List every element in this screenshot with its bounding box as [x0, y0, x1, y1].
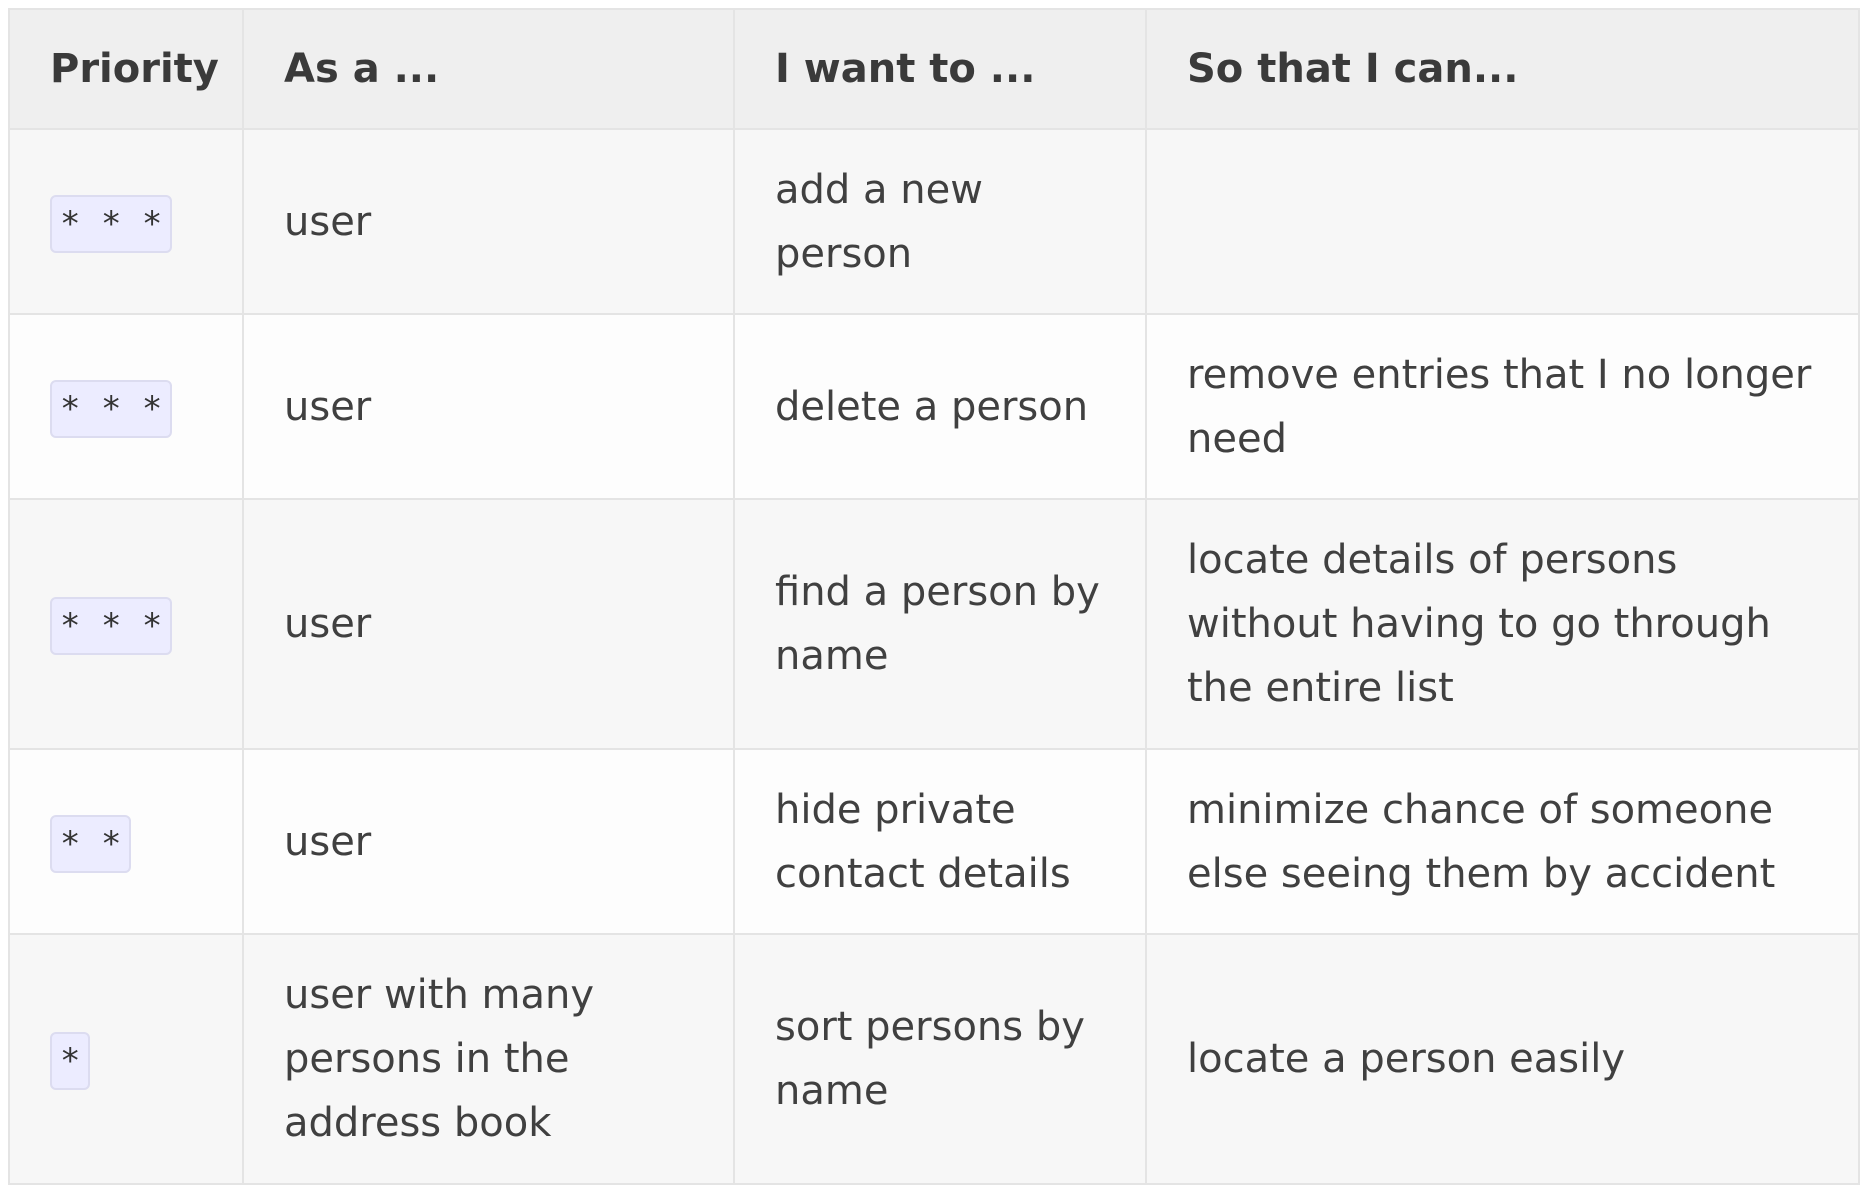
- want-cell: hide private contact details: [733, 748, 1147, 935]
- so-that-cell: minimize chance of someone else seeing t…: [1145, 748, 1860, 935]
- header-i-want-to: I want to ...: [733, 8, 1147, 130]
- user-stories-table: Priority As a ... I want to ... So that …: [8, 8, 1860, 1185]
- table-row: * * * user find a person by name locate …: [8, 498, 1860, 750]
- as-a-cell: user: [242, 128, 735, 315]
- priority-cell: * *: [8, 748, 244, 935]
- table-header-row: Priority As a ... I want to ... So that …: [8, 8, 1860, 130]
- table-row: * * * user add a new person: [8, 128, 1860, 315]
- priority-cell: * * *: [8, 128, 244, 315]
- table-row: * * * user delete a person remove entrie…: [8, 313, 1860, 500]
- so-that-cell: locate a person easily: [1145, 933, 1860, 1185]
- header-priority: Priority: [8, 8, 244, 130]
- priority-badge: * * *: [50, 379, 173, 438]
- priority-badge: * *: [50, 814, 132, 873]
- priority-badge: * * *: [50, 194, 173, 253]
- header-as-a: As a ...: [242, 8, 735, 130]
- so-that-cell: remove entries that I no longer need: [1145, 313, 1860, 500]
- header-so-that: So that I can...: [1145, 8, 1860, 130]
- want-cell: add a new person: [733, 128, 1147, 315]
- so-that-cell: locate details of persons without having…: [1145, 498, 1860, 750]
- priority-cell: * * *: [8, 498, 244, 750]
- want-cell: sort persons by name: [733, 933, 1147, 1185]
- as-a-cell: user with many persons in the address bo…: [242, 933, 735, 1185]
- table-row: * user with many persons in the address …: [8, 933, 1860, 1185]
- want-cell: delete a person: [733, 313, 1147, 500]
- table-row: * * user hide private contact details mi…: [8, 748, 1860, 935]
- as-a-cell: user: [242, 498, 735, 750]
- priority-cell: * * *: [8, 313, 244, 500]
- so-that-cell: [1145, 128, 1860, 315]
- want-cell: find a person by name: [733, 498, 1147, 750]
- as-a-cell: user: [242, 313, 735, 500]
- priority-badge: *: [50, 1032, 91, 1090]
- priority-badge: * * *: [50, 597, 173, 655]
- as-a-cell: user: [242, 748, 735, 935]
- priority-cell: *: [8, 933, 244, 1185]
